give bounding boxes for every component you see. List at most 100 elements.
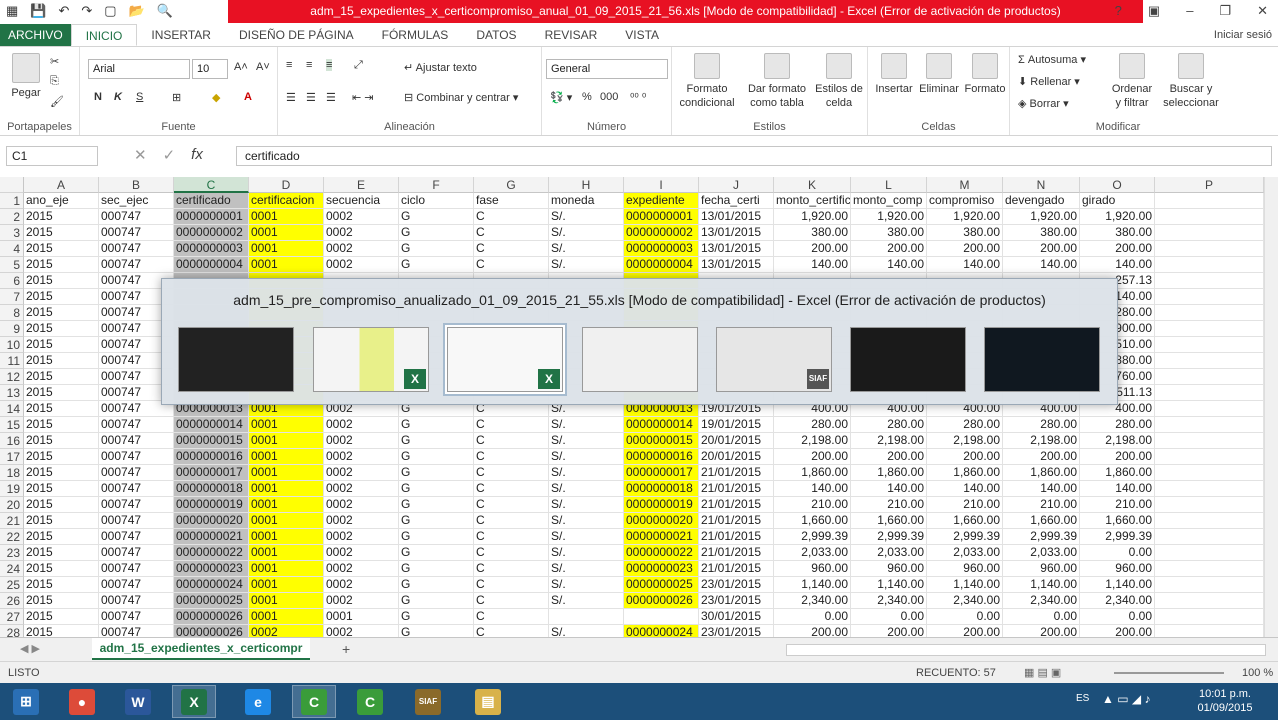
orientation-icon[interactable]: ⤢ [354, 59, 363, 72]
data-cell[interactable]: G [399, 417, 474, 433]
open-folder-icon[interactable]: 📂 [129, 3, 145, 19]
bold-button[interactable]: N [94, 91, 102, 103]
data-cell[interactable]: S/. [549, 513, 624, 529]
data-cell[interactable]: 280.00 [851, 417, 927, 433]
row-header[interactable]: 14 [0, 401, 24, 417]
data-cell[interactable]: 0.00 [927, 609, 1003, 625]
data-cell[interactable]: 280.00 [927, 417, 1003, 433]
data-cell[interactable]: 0000000026 [174, 625, 249, 637]
data-cell[interactable]: 000747 [99, 625, 174, 637]
data-cell[interactable]: 2,999.39 [1003, 529, 1080, 545]
data-cell[interactable]: 1,920.00 [1080, 209, 1155, 225]
data-cell[interactable]: 2015 [24, 225, 99, 241]
data-cell[interactable]: 0002 [324, 625, 399, 637]
data-cell[interactable]: 0001 [249, 449, 324, 465]
data-cell[interactable]: 2,033.00 [927, 545, 1003, 561]
data-cell[interactable]: 200.00 [851, 449, 927, 465]
data-cell[interactable]: 000747 [99, 481, 174, 497]
data-cell[interactable]: 2015 [24, 385, 99, 401]
data-cell[interactable] [1155, 209, 1264, 225]
data-cell[interactable]: 000747 [99, 225, 174, 241]
format-table-button[interactable]: Dar formato como tabla [744, 53, 810, 110]
number-format-combo[interactable]: General [546, 59, 668, 79]
save-icon[interactable]: 💾 [30, 3, 46, 19]
redo-icon[interactable]: ↷ [81, 3, 92, 19]
data-cell[interactable]: 200.00 [1003, 241, 1080, 257]
data-cell[interactable]: 0002 [249, 625, 324, 637]
data-cell[interactable]: 000747 [99, 593, 174, 609]
data-cell[interactable]: 0001 [249, 513, 324, 529]
print-preview-icon[interactable]: 🔍 [157, 3, 173, 19]
data-cell[interactable]: G [399, 577, 474, 593]
data-cell[interactable]: 140.00 [1080, 257, 1155, 273]
data-cell[interactable]: C [474, 465, 549, 481]
data-cell[interactable] [1155, 369, 1264, 385]
minimize-icon[interactable]: – [1186, 3, 1193, 19]
data-cell[interactable]: 0000000002 [174, 225, 249, 241]
excel-icon[interactable]: X [172, 685, 216, 718]
data-cell[interactable]: 0001 [249, 545, 324, 561]
data-cell[interactable]: 140.00 [1003, 481, 1080, 497]
data-cell[interactable]: 0000000015 [624, 433, 699, 449]
data-cell[interactable]: 0000000014 [174, 417, 249, 433]
header-cell[interactable] [1155, 193, 1264, 209]
row-header[interactable]: 17 [0, 449, 24, 465]
data-cell[interactable]: S/. [549, 209, 624, 225]
data-cell[interactable]: 0000000004 [174, 257, 249, 273]
data-cell[interactable]: 1,660.00 [851, 513, 927, 529]
tab-diseno[interactable]: DISEÑO DE PÁGINA [225, 24, 368, 46]
data-cell[interactable]: S/. [549, 433, 624, 449]
row-header[interactable]: 6 [0, 273, 24, 289]
undo-icon[interactable]: ↶ [58, 3, 69, 19]
data-cell[interactable]: 200.00 [774, 241, 851, 257]
grow-font-icon[interactable]: A˄ [234, 61, 248, 73]
data-cell[interactable] [1155, 337, 1264, 353]
data-cell[interactable]: 210.00 [1003, 497, 1080, 513]
shrink-font-icon[interactable]: A˅ [256, 61, 270, 73]
tab-inicio[interactable]: INICIO [70, 24, 138, 46]
row-header[interactable]: 2 [0, 209, 24, 225]
data-cell[interactable]: 000747 [99, 577, 174, 593]
thumb-excel-1[interactable]: X [313, 327, 429, 392]
header-cell[interactable]: certificacion [249, 193, 324, 209]
data-cell[interactable]: 23/01/2015 [699, 577, 774, 593]
thumb-video[interactable] [984, 327, 1100, 392]
data-cell[interactable]: 13/01/2015 [699, 241, 774, 257]
data-cell[interactable]: 210.00 [1080, 497, 1155, 513]
zoom-slider[interactable] [1114, 672, 1224, 674]
data-cell[interactable]: 2,033.00 [774, 545, 851, 561]
data-cell[interactable]: 0001 [324, 609, 399, 625]
data-cell[interactable]: 140.00 [927, 481, 1003, 497]
data-cell[interactable]: 0002 [324, 513, 399, 529]
data-cell[interactable]: 200.00 [1080, 241, 1155, 257]
data-cell[interactable]: S/. [549, 481, 624, 497]
data-cell[interactable]: G [399, 529, 474, 545]
data-cell[interactable]: 0000000014 [624, 417, 699, 433]
data-cell[interactable]: 2015 [24, 401, 99, 417]
select-all-corner[interactable] [0, 177, 24, 193]
data-cell[interactable]: C [474, 545, 549, 561]
clock[interactable]: 10:01 p.m. 01/09/2015 [1190, 687, 1260, 715]
data-cell[interactable]: C [474, 241, 549, 257]
wrap-text-button[interactable]: ↵ Ajustar texto [404, 61, 477, 74]
data-cell[interactable]: 2015 [24, 353, 99, 369]
add-sheet-icon[interactable]: + [342, 641, 350, 657]
data-cell[interactable]: 200.00 [774, 625, 851, 637]
data-cell[interactable]: 0.00 [774, 609, 851, 625]
data-cell[interactable]: 21/01/2015 [699, 545, 774, 561]
data-cell[interactable]: 1,660.00 [1080, 513, 1155, 529]
data-cell[interactable]: 0002 [324, 561, 399, 577]
data-cell[interactable]: 280.00 [1080, 417, 1155, 433]
data-cell[interactable]: 2015 [24, 529, 99, 545]
column-header-n[interactable]: N [1003, 177, 1080, 193]
data-cell[interactable]: 2,340.00 [774, 593, 851, 609]
data-cell[interactable]: 0000000018 [174, 481, 249, 497]
data-cell[interactable]: 2,033.00 [1003, 545, 1080, 561]
data-cell[interactable]: 2015 [24, 625, 99, 637]
thumb-explorer[interactable] [582, 327, 698, 392]
data-cell[interactable] [1155, 417, 1264, 433]
data-cell[interactable]: 000747 [99, 529, 174, 545]
file-explorer-icon[interactable]: ▤ [466, 685, 510, 718]
data-cell[interactable]: 2,198.00 [927, 433, 1003, 449]
data-cell[interactable]: 2015 [24, 305, 99, 321]
